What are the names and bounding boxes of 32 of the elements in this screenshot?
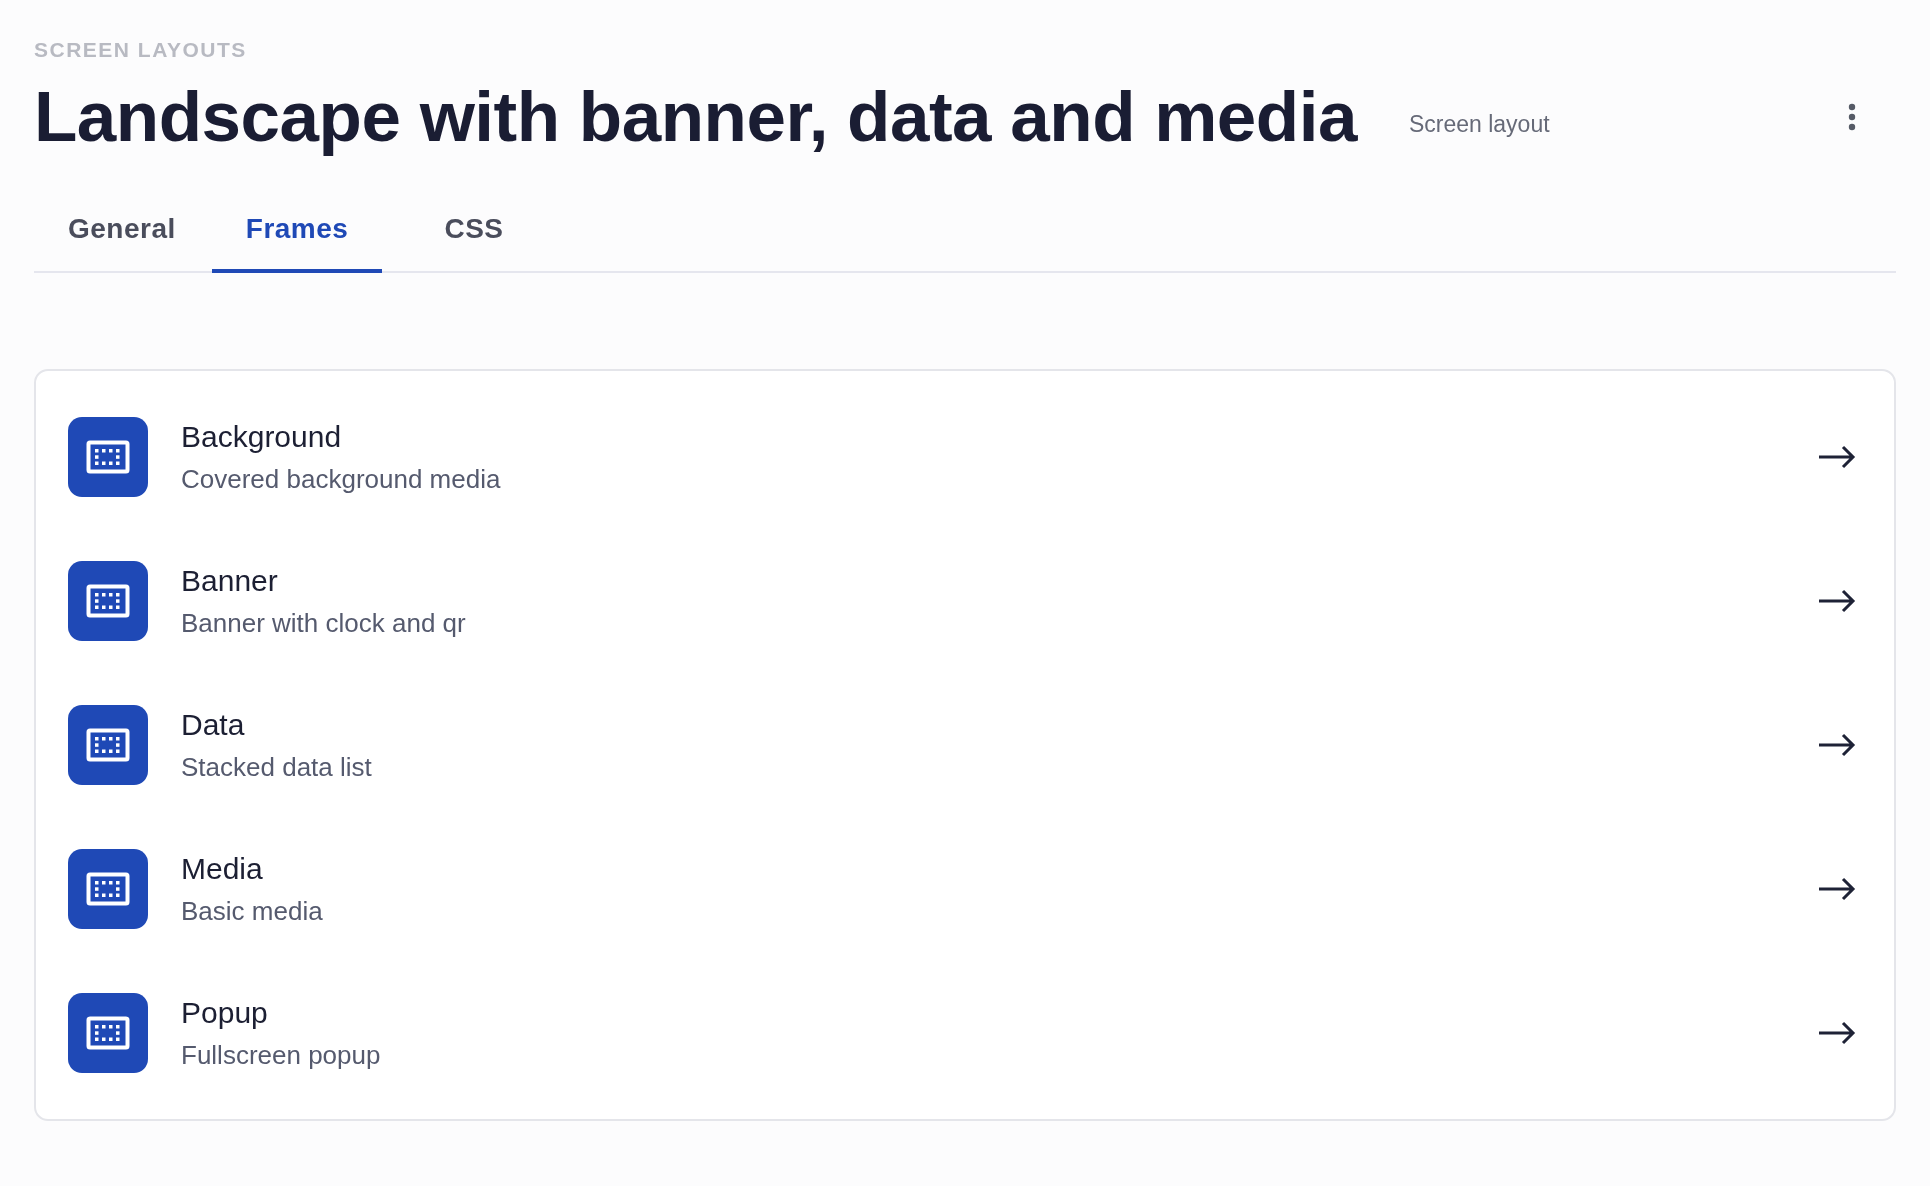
arrow-right-icon [1818,877,1856,901]
frame-name: Data [181,707,246,742]
frame-icon [68,993,148,1073]
arrow-right-icon [1818,445,1856,469]
frame-icon [68,849,148,929]
page-type-label: Screen layout [1408,111,1550,138]
frame-description: Stacked data list [181,751,372,783]
frame-list-item[interactable]: Banner Banner with clock and qr [36,529,1894,673]
frame-icon [68,417,148,497]
tab[interactable]: General [34,199,210,273]
arrow-right-icon [1818,1021,1856,1045]
frame-list-item[interactable]: Data Stacked data list [36,673,1894,817]
frame-list-item[interactable]: Background Covered background media [36,385,1894,529]
frame-name: Banner [181,563,279,598]
frame-name: Popup [181,995,269,1030]
frame-list-item[interactable]: Popup Fullscreen popup [36,961,1894,1105]
arrow-right-icon [1818,589,1856,613]
section-label: SCREEN LAYOUTS [34,38,248,62]
arrow-right-icon [1818,733,1856,757]
more-options-icon[interactable] [1848,102,1856,131]
frame-name: Background [181,419,343,454]
frame-description: Fullscreen popup [181,1039,381,1071]
frame-description: Covered background media [181,463,501,495]
tab[interactable]: Frames [211,199,383,273]
frame-description: Banner with clock and qr [181,607,466,639]
frame-list-item[interactable]: Media Basic media [36,817,1894,961]
frame-name: Media [181,851,264,886]
frame-icon [68,705,148,785]
tab[interactable]: CSS [410,199,538,273]
page-title: Landscape with banner, data and media [34,76,1357,157]
frame-icon [68,561,148,641]
frame-description: Basic media [181,895,323,927]
